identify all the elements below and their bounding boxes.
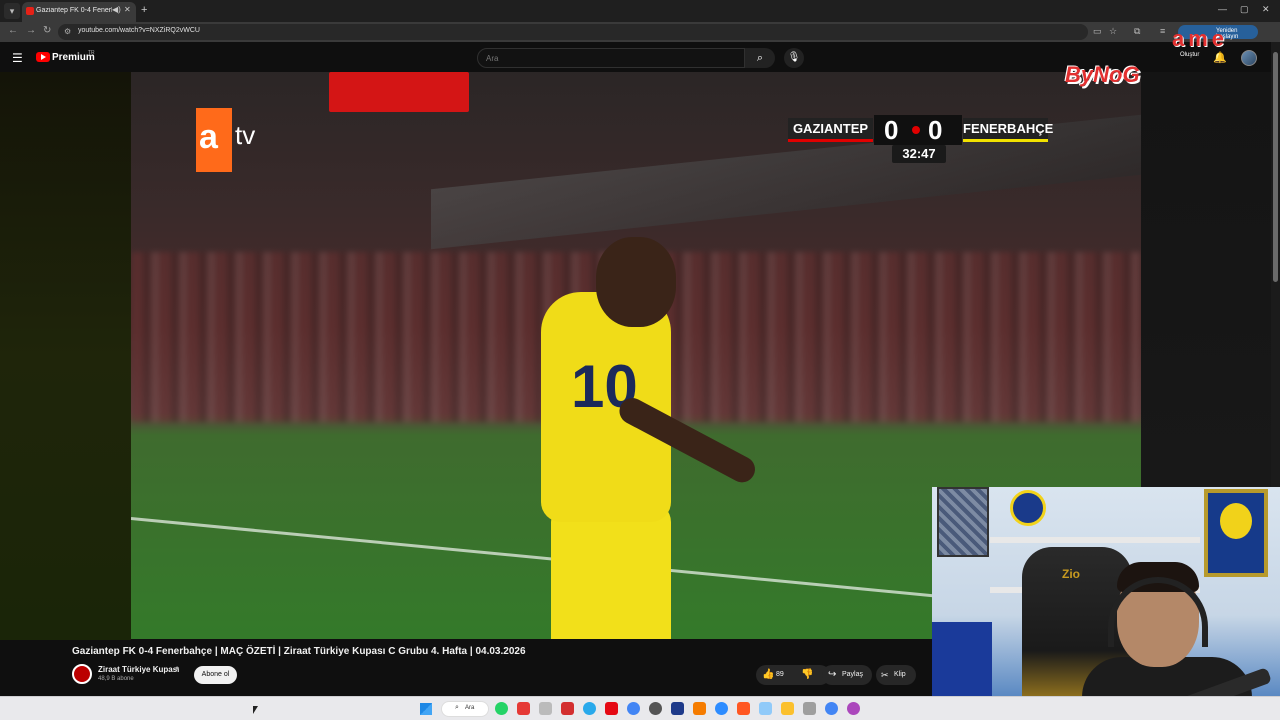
mouse-cursor xyxy=(253,706,258,714)
openai-icon[interactable] xyxy=(649,702,662,715)
cast-icon[interactable]: ▭ xyxy=(1093,26,1102,37)
broadcaster-logo: a xyxy=(196,108,232,172)
away-team-name: FENERBAHÇE xyxy=(963,118,1053,142)
app-icon[interactable] xyxy=(671,702,684,715)
taskbar-search-icon: ⌕ xyxy=(455,704,459,711)
taskbar-search[interactable]: ⌕ Ara xyxy=(441,701,489,717)
account-avatar[interactable] xyxy=(1241,50,1257,66)
pitch-line xyxy=(131,517,948,599)
whatsapp-icon[interactable] xyxy=(495,702,508,715)
home-score: 0 xyxy=(884,115,899,145)
share-icon: ↪ xyxy=(828,669,837,680)
framed-crest xyxy=(1204,489,1268,577)
player-shorts xyxy=(551,502,671,639)
hamburger-menu-icon[interactable]: ☰ xyxy=(12,51,23,65)
chrome-icon[interactable] xyxy=(627,702,640,715)
region-code: TR xyxy=(88,50,95,56)
create-button[interactable]: Oluştur xyxy=(1180,52,1199,58)
video-title: Gaziantep FK 0-4 Fenerbahçe | MAÇ ÖZETİ … xyxy=(72,646,526,657)
app-icon[interactable] xyxy=(803,702,816,715)
tab-search-icon[interactable]: ▾ xyxy=(4,3,20,19)
youtube-favicon-icon xyxy=(26,7,34,15)
crest-emblem xyxy=(1220,503,1252,539)
like-count: 89 xyxy=(776,671,784,678)
reload-icon[interactable]: ↻ xyxy=(43,25,51,36)
wall-shelf xyxy=(990,537,1200,543)
notifications-bell-icon[interactable]: 🔔 xyxy=(1213,51,1227,64)
clip-button[interactable]: ✂ Klip xyxy=(876,665,916,685)
app-icon[interactable] xyxy=(539,702,552,715)
windows-taskbar: ⌕ Ara xyxy=(0,696,1280,720)
forward-icon[interactable]: → xyxy=(26,25,36,36)
score-box: 0 0 xyxy=(874,115,962,145)
browser-tab-bar: ▾ Gaziantep FK 0-4 Fenerbahçe ◀) ✕ + — ▢… xyxy=(0,0,1280,22)
app-icon[interactable] xyxy=(759,702,772,715)
search-input[interactable] xyxy=(486,54,736,63)
search-icon[interactable]: ⌕ xyxy=(745,48,775,68)
clip-label: Klip xyxy=(894,671,906,678)
ad-board xyxy=(329,72,469,112)
extensions-icon[interactable]: ⧉ xyxy=(1134,26,1140,37)
verified-icon: ● xyxy=(175,665,180,672)
match-clock: 32:47 xyxy=(892,145,946,163)
tab-audio-icon[interactable]: ◀) xyxy=(112,5,121,14)
broadcaster-logo-a: a xyxy=(199,118,218,156)
streamer-logo-ame: ame xyxy=(1172,26,1229,51)
scissors-icon: ✂ xyxy=(881,670,889,680)
share-button[interactable]: ↪ Paylaş xyxy=(822,665,872,685)
app-icon[interactable] xyxy=(561,702,574,715)
ambient-background-left xyxy=(0,72,131,640)
broadcaster-logo-tv: tv xyxy=(235,120,256,150)
back-icon[interactable]: ← xyxy=(8,25,18,36)
subscriber-count: 48,9 B abone xyxy=(98,676,134,682)
windows-start-icon[interactable] xyxy=(420,703,432,715)
home-team-name: GAZIANTEP xyxy=(788,118,873,142)
thumbs-down-icon[interactable]: 👎 xyxy=(801,665,813,685)
chrome-icon[interactable] xyxy=(825,702,838,715)
scoreboard: GAZIANTEP 0 0 FENERBAHÇE 32:47 xyxy=(788,115,1053,163)
browser-tab-active[interactable]: Gaziantep FK 0-4 Fenerbahçe ◀) ✕ xyxy=(22,2,136,22)
media-control-icon[interactable]: ≡ xyxy=(1160,26,1165,36)
file-explorer-icon[interactable] xyxy=(781,702,794,715)
thumbs-up-icon: 👍 xyxy=(762,669,775,680)
zoom-icon[interactable] xyxy=(715,702,728,715)
share-label: Paylaş xyxy=(842,671,864,678)
search-box[interactable] xyxy=(477,48,745,68)
chair-brand: Zio xyxy=(1062,567,1080,581)
page-scrollbar[interactable] xyxy=(1271,42,1280,487)
ambient-background-right xyxy=(1141,72,1271,487)
window-close-icon[interactable]: ✕ xyxy=(1262,4,1270,15)
browser-address-bar: ← → ↻ ⚙ youtube.com/watch?v=NXZiRQ2vWCU … xyxy=(0,22,1280,42)
player-head xyxy=(596,237,676,327)
channel-name[interactable]: Ziraat Türkiye Kupası xyxy=(98,665,179,674)
app-icon[interactable] xyxy=(737,702,750,715)
club-badge xyxy=(1010,490,1046,526)
site-info-icon[interactable]: ⚙ xyxy=(64,27,71,36)
telegram-icon[interactable] xyxy=(583,702,596,715)
minimize-icon[interactable]: — xyxy=(1218,4,1227,14)
youtube-logo-icon[interactable] xyxy=(36,52,50,62)
like-button[interactable]: 👍 89 👎 xyxy=(756,665,830,685)
bookmark-star-icon[interactable]: ☆ xyxy=(1109,26,1117,37)
scroll-thumb[interactable] xyxy=(1273,52,1278,282)
streamer-logo: ByNoG xyxy=(1065,62,1140,87)
netflix-icon[interactable] xyxy=(605,702,618,715)
microphone-icon[interactable]: 🎙 xyxy=(784,48,804,68)
channel-avatar[interactable] xyxy=(72,664,92,684)
away-score: 0 xyxy=(928,115,943,145)
webcam-overlay: Zio xyxy=(932,487,1280,720)
app-icon[interactable] xyxy=(847,702,860,715)
url-text[interactable]: youtube.com/watch?v=NXZiRQ2vWCU xyxy=(78,27,200,34)
new-tab-icon[interactable]: + xyxy=(141,3,147,17)
url-field[interactable]: ⚙ youtube.com/watch?v=NXZiRQ2vWCU xyxy=(58,24,1088,40)
wall-poster xyxy=(937,487,989,557)
tab-title: Gaziantep FK 0-4 Fenerbahçe xyxy=(36,7,112,14)
vlc-icon[interactable] xyxy=(693,702,706,715)
taskbar-search-label: Ara xyxy=(465,705,475,711)
tab-close-icon[interactable]: ✕ xyxy=(124,5,131,14)
maximize-icon[interactable]: ▢ xyxy=(1240,4,1249,15)
app-icon[interactable] xyxy=(517,702,530,715)
subscribe-button[interactable]: Abone ol xyxy=(194,666,237,684)
score-separator xyxy=(912,126,920,134)
